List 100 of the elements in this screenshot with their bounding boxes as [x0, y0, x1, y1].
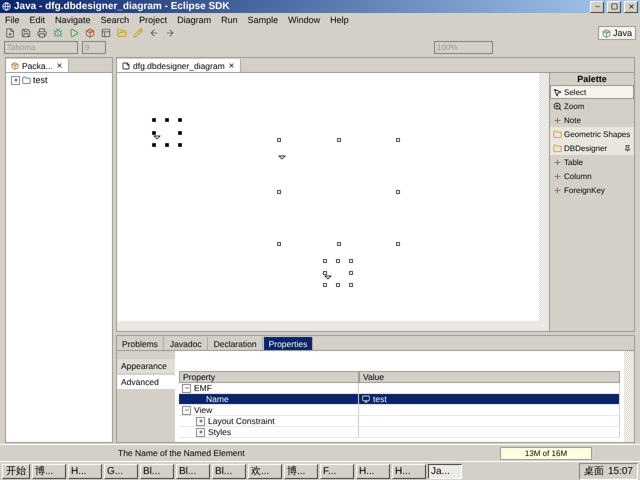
menu-item[interactable]: File — [5, 14, 20, 26]
plus-icon — [553, 172, 562, 180]
package-icon — [602, 28, 611, 38]
taskbar-button[interactable]: H... — [356, 464, 390, 478]
taskbar-button[interactable]: 博... — [32, 464, 66, 478]
plus-icon — [198, 429, 204, 435]
property-section-tab[interactable]: Advanced — [117, 375, 175, 389]
taskbar-button[interactable]: Bl... — [176, 464, 210, 478]
property-value: test — [373, 394, 387, 404]
package-icon[interactable] — [84, 27, 96, 39]
menu-item[interactable]: Project — [139, 14, 168, 26]
pin-icon[interactable] — [624, 144, 631, 152]
palette-item[interactable]: Note — [550, 113, 634, 127]
view-tab[interactable]: Javadoc — [164, 337, 208, 350]
expand-toggle[interactable] — [182, 384, 191, 392]
vertical-scrollbar[interactable] — [539, 73, 549, 331]
taskbar-button[interactable]: G... — [104, 464, 138, 478]
taskbar-button[interactable]: F... — [320, 464, 354, 478]
expand-toggle[interactable] — [196, 416, 205, 426]
menu-item[interactable]: Edit — [30, 14, 46, 26]
minus-icon — [184, 385, 190, 391]
property-section-tab[interactable]: Appearance — [117, 359, 175, 373]
menu-item[interactable]: Search — [100, 14, 130, 26]
print-icon[interactable] — [36, 27, 48, 39]
folder-icon — [553, 144, 562, 152]
menu-item[interactable]: Run — [221, 14, 238, 26]
save-icon[interactable] — [20, 27, 32, 39]
plus-icon — [553, 158, 562, 166]
property-row[interactable]: Layout Constraint — [179, 416, 620, 427]
palette-item[interactable]: Column — [550, 169, 634, 183]
property-row[interactable]: View — [179, 405, 620, 416]
property-name: Layout Constraint — [208, 416, 275, 426]
selection-handles[interactable] — [152, 118, 183, 148]
taskbar-button[interactable]: 博... — [284, 464, 318, 478]
view-tab[interactable]: Problems — [117, 337, 164, 350]
value-icon — [362, 395, 370, 403]
zoom-icon — [553, 102, 562, 110]
taskbar-button[interactable]: 欢... — [248, 464, 282, 478]
close-button[interactable] — [624, 0, 638, 12]
tray-label: 桌面 — [584, 464, 604, 478]
selection-handles[interactable] — [323, 259, 354, 288]
folder-icon — [22, 76, 31, 84]
palette-item[interactable]: ForeignKey — [550, 183, 634, 197]
view-tab[interactable]: Properties — [264, 337, 314, 350]
file-icon — [122, 62, 130, 70]
menu-item[interactable]: Window — [288, 14, 320, 26]
taskbar-button[interactable]: Ja... — [428, 464, 462, 478]
editor-tab[interactable]: dfg.dbdesigner_diagram — [117, 59, 241, 72]
taskbar-button[interactable]: Bl... — [212, 464, 246, 478]
property-row[interactable]: Styles — [179, 427, 620, 438]
maximize-button[interactable] — [607, 0, 621, 12]
column-header: Property — [179, 371, 359, 383]
taskbar-button[interactable]: H... — [68, 464, 102, 478]
close-icon[interactable] — [228, 62, 235, 69]
plus-icon — [553, 186, 562, 194]
new-file-icon[interactable] — [4, 27, 16, 39]
maximize-icon — [610, 3, 618, 10]
palette-title: Palette — [576, 73, 608, 85]
expand-toggle[interactable] — [182, 406, 191, 414]
back-icon[interactable] — [148, 27, 160, 39]
minimize-button[interactable] — [590, 0, 604, 12]
menu-item[interactable]: Navigate — [55, 14, 91, 26]
close-icon[interactable] — [56, 62, 63, 69]
menu-item[interactable]: Sample — [248, 14, 278, 26]
start-button[interactable]: 开始 — [2, 464, 30, 478]
horizontal-scrollbar[interactable] — [117, 321, 539, 331]
palette-item[interactable]: Table — [550, 155, 634, 169]
column-header: Value — [359, 371, 620, 383]
taskbar-button[interactable]: Bl... — [140, 464, 174, 478]
property-name: Styles — [208, 427, 232, 437]
plus-icon — [198, 418, 204, 424]
vertical-scrollbar[interactable] — [624, 351, 634, 442]
forward-icon[interactable] — [164, 27, 176, 39]
menu-item[interactable]: Diagram — [177, 14, 212, 26]
property-name: EMF — [194, 383, 212, 393]
property-name: View — [194, 405, 212, 415]
perspective-button[interactable]: Java — [598, 26, 636, 40]
taskbar-button[interactable]: H... — [392, 464, 426, 478]
property-name: Name — [206, 394, 229, 404]
palette-item[interactable]: Geometric Shapes — [550, 127, 634, 141]
palette-item[interactable]: DBDesigner — [550, 141, 634, 155]
selection-handles[interactable] — [277, 138, 401, 247]
palette-item[interactable]: Select — [550, 85, 634, 99]
minimize-icon — [594, 3, 600, 10]
folder-icon — [553, 130, 562, 138]
expand-toggle[interactable] — [196, 428, 205, 436]
plus-icon — [12, 77, 18, 83]
minus-icon — [184, 407, 190, 413]
tree-item[interactable]: test — [6, 73, 112, 87]
view-tab[interactable]: Declaration — [208, 337, 263, 350]
view-tab[interactable]: Packa... — [6, 59, 69, 72]
expand-toggle[interactable] — [11, 76, 20, 84]
menu-item[interactable]: Help — [330, 14, 349, 26]
app-icon — [2, 2, 11, 11]
property-row[interactable]: Name test — [179, 394, 620, 405]
close-icon — [628, 3, 634, 10]
layout-icon[interactable] — [100, 27, 112, 39]
pointer-icon — [553, 88, 562, 96]
palette-item[interactable]: Zoom — [550, 99, 634, 113]
property-row[interactable]: EMF — [179, 383, 620, 394]
